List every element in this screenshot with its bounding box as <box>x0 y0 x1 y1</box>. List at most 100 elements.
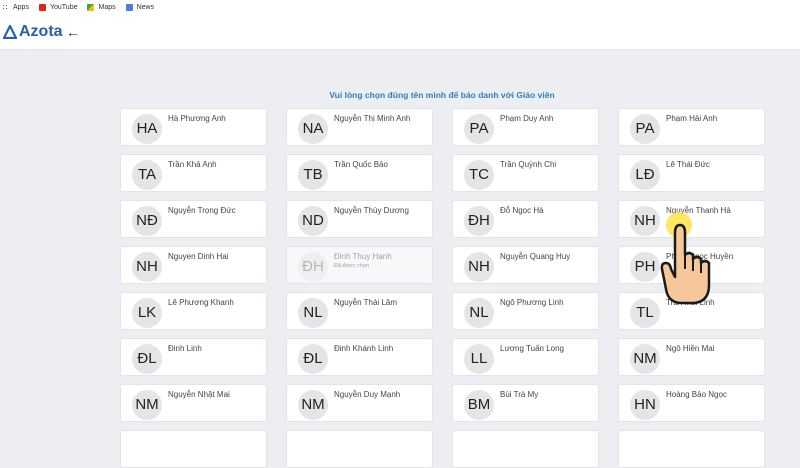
student-card-partial[interactable] <box>618 430 765 468</box>
student-card[interactable]: HN Hoàng Bảo Ngọc <box>618 384 765 422</box>
bookmark-label: Apps <box>13 4 29 11</box>
student-name: Đinh Khánh Linh <box>334 344 394 353</box>
student-name: Bùi Trà My <box>500 390 539 399</box>
logo-text: Azota <box>19 23 63 40</box>
student-card-partial[interactable] <box>286 430 433 468</box>
student-name: Hà Phương Anh <box>168 114 226 123</box>
student-card[interactable]: NĐ Nguyễn Trọng Đức <box>120 200 267 238</box>
avatar: PA <box>464 114 494 144</box>
student-name: Phạm Hải Anh <box>666 114 718 123</box>
student-name: Lê Phương Khanh <box>168 298 234 307</box>
student-card[interactable]: NM Ngô Hiền Mai <box>618 338 765 376</box>
student-card[interactable]: HA Hà Phương Anh <box>120 108 267 146</box>
student-name: Nguyễn Trọng Đức <box>168 206 236 215</box>
avatar: HA <box>132 114 162 144</box>
bookmark-label: News <box>136 4 155 11</box>
status-label: Đã được chọn <box>334 263 370 269</box>
bookmark-label: YouTube <box>49 4 78 11</box>
student-card[interactable]: ĐH Đỗ Ngọc Hà <box>452 200 599 238</box>
avatar: NĐ <box>132 206 162 236</box>
avatar: NL <box>464 298 494 328</box>
avatar: ĐL <box>132 344 162 374</box>
student-name: Trần Quỳnh Chi <box>500 160 557 169</box>
avatar: NH <box>464 252 494 282</box>
avatar: LL <box>464 344 494 374</box>
avatar: NA <box>298 114 328 144</box>
student-name: Hoàng Bảo Ngọc <box>666 390 727 399</box>
student-card-partial[interactable] <box>120 430 267 468</box>
student-card[interactable]: LĐ Lê Thái Đức <box>618 154 765 192</box>
student-card[interactable]: LL Lương Tuấn Long <box>452 338 599 376</box>
student-card[interactable]: NM Nguyễn Nhật Mai <box>120 384 267 422</box>
student-card[interactable]: NM Nguyễn Duy Mạnh <box>286 384 433 422</box>
student-card[interactable]: NL Nguyễn Thái Lâm <box>286 292 433 330</box>
student-name: Nguyễn Quang Huy <box>500 252 571 261</box>
student-card[interactable]: PA Phạm Hải Anh <box>618 108 765 146</box>
azota-logo[interactable]: Azota <box>3 23 63 41</box>
avatar: NM <box>132 390 162 420</box>
student-card[interactable]: NH Nguyễn Quang Huy <box>452 246 599 284</box>
bookmark-youtube[interactable]: YouTube <box>38 4 78 11</box>
student-name: Đinh Thuy Hạnh <box>334 252 392 261</box>
student-card[interactable]: NL Ngô Phương Linh <box>452 292 599 330</box>
avatar: PH <box>630 252 660 282</box>
avatar: TC <box>464 160 494 190</box>
avatar: TB <box>298 160 328 190</box>
avatar: TL <box>630 298 660 328</box>
instruction-text: Vui lòng chọn đúng tên mình để báo danh … <box>329 90 555 100</box>
student-card[interactable]: LK Lê Phương Khanh <box>120 292 267 330</box>
apps-icon <box>2 4 9 11</box>
avatar: NM <box>630 344 660 374</box>
student-card[interactable]: PA Phạm Duy Anh <box>452 108 599 146</box>
student-name: Nguyễn Thùy Dương <box>334 206 409 215</box>
student-name: Nguyễn Thái Lâm <box>334 298 397 307</box>
student-name: Lương Tuấn Long <box>500 344 564 353</box>
avatar: TA <box>132 160 162 190</box>
student-card-partial[interactable] <box>452 430 599 468</box>
avatar: PA <box>630 114 660 144</box>
student-name: Trần Khả Anh <box>168 160 217 169</box>
maps-icon <box>87 4 95 11</box>
youtube-icon <box>38 4 46 11</box>
student-card[interactable]: TA Trần Khả Anh <box>120 154 267 192</box>
avatar: ĐL <box>298 344 328 374</box>
bookmark-label: Maps <box>98 4 116 11</box>
student-name: Trần Quốc Bảo <box>334 160 388 169</box>
avatar: NL <box>298 298 328 328</box>
student-card[interactable]: ĐL Đinh Khánh Linh <box>286 338 433 376</box>
avatar: NM <box>298 390 328 420</box>
student-card[interactable]: ND Nguyễn Thùy Dương <box>286 200 433 238</box>
student-name: Nguyễn Thị Minh Anh <box>334 114 411 123</box>
student-name: Nguyen Dinh Hai <box>168 252 229 261</box>
avatar: BM <box>464 390 494 420</box>
student-card: ĐH Đinh Thuy Hạnh Đã được chọn <box>286 246 433 284</box>
student-name: Phạm Duy Anh <box>500 114 554 123</box>
avatar: HN <box>630 390 660 420</box>
student-card[interactable]: NA Nguyễn Thị Minh Anh <box>286 108 433 146</box>
news-icon <box>125 4 133 11</box>
back-arrow-icon[interactable]: ← <box>66 24 80 40</box>
avatar: NH <box>132 252 162 282</box>
bookmark-maps[interactable]: Maps <box>87 4 116 11</box>
student-name: Đỗ Ngọc Hà <box>500 206 544 215</box>
student-name: Nguyễn Duy Mạnh <box>334 390 401 399</box>
student-name: Đinh Linh <box>168 344 202 353</box>
bookmark-apps[interactable]: Apps <box>2 4 29 11</box>
avatar: ĐH <box>464 206 494 236</box>
avatar: NH <box>630 206 660 236</box>
avatar: LK <box>132 298 162 328</box>
student-name: Lê Thái Đức <box>666 160 710 169</box>
student-name: Ngô Phương Linh <box>500 298 564 307</box>
student-card[interactable]: NH Nguyen Dinh Hai <box>120 246 267 284</box>
student-card[interactable]: TB Trần Quốc Bảo <box>286 154 433 192</box>
app-header: Azota ← <box>0 15 800 50</box>
student-card[interactable]: ĐL Đinh Linh <box>120 338 267 376</box>
avatar: ND <box>298 206 328 236</box>
azota-logo-icon <box>3 25 17 39</box>
student-card[interactable]: BM Bùi Trà My <box>452 384 599 422</box>
avatar: LĐ <box>630 160 660 190</box>
pointing-hand-icon <box>660 212 711 305</box>
avatar: ĐH <box>298 252 328 282</box>
student-card[interactable]: TC Trần Quỳnh Chi <box>452 154 599 192</box>
bookmark-news[interactable]: News <box>125 4 155 11</box>
